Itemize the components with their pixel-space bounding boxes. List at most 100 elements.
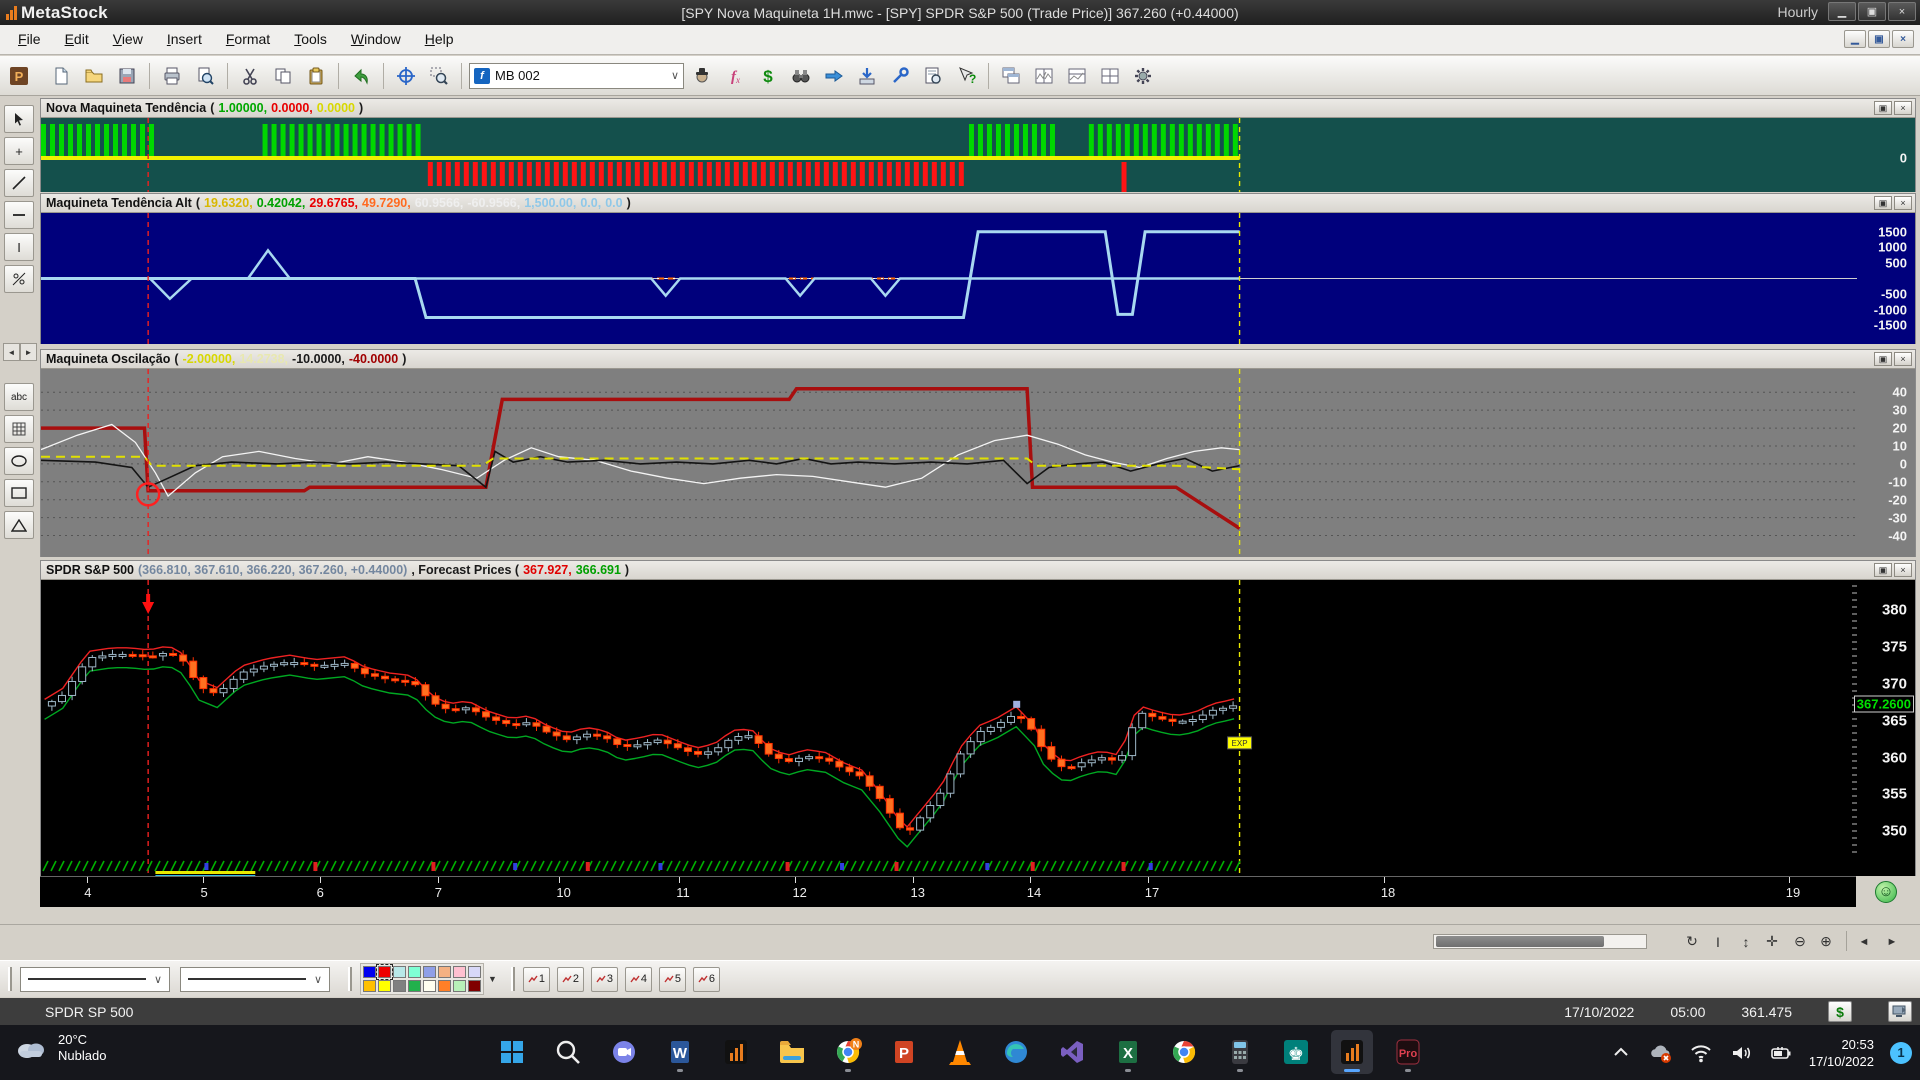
system-tester-button[interactable]: $ [753, 61, 783, 91]
color-swatch[interactable] [363, 980, 376, 992]
panel-plot-maquineta-oscilacao[interactable]: 403020100-10-20-30-40 [41, 369, 1915, 557]
color-swatch[interactable] [438, 966, 451, 978]
panel-restore-button[interactable]: ▣ [1874, 196, 1892, 210]
trendline-tool[interactable] [4, 169, 34, 197]
taskbar-search[interactable] [547, 1030, 589, 1074]
report-button[interactable] [918, 61, 948, 91]
panel-close-button[interactable]: × [1894, 352, 1912, 366]
copy-button[interactable] [268, 61, 298, 91]
menu-tools[interactable]: Tools [282, 27, 339, 51]
panel-plot-maquineta-tendencia-alt[interactable]: 15001000500-500-1000-1500 [41, 213, 1915, 344]
chart-template-button-2[interactable]: 2 [557, 967, 584, 992]
tray-battery-icon[interactable] [1769, 1041, 1793, 1065]
refresh-button[interactable]: ↻ [1680, 930, 1704, 953]
panel-close-button[interactable]: × [1894, 196, 1912, 210]
chevron-down-icon[interactable]: ∨ [671, 69, 679, 82]
new-chart-button[interactable] [46, 61, 76, 91]
dollar-button[interactable]: $ [1828, 1001, 1852, 1022]
taskbar-start[interactable] [491, 1030, 533, 1074]
color-swatch[interactable] [393, 966, 406, 978]
color-swatch[interactable] [453, 980, 466, 992]
color-swatch[interactable] [378, 980, 391, 992]
ellipse-tool[interactable] [4, 447, 34, 475]
rectangle-tool[interactable] [4, 479, 34, 507]
menu-view[interactable]: View [101, 27, 155, 51]
tile-two-button[interactable] [1029, 61, 1059, 91]
zoom-in-button[interactable]: ⊕ [1814, 930, 1838, 953]
minimize-button[interactable]: ▁ [1828, 2, 1856, 21]
chart-template-button-1[interactable]: 1 [523, 967, 550, 992]
zoom-select-button[interactable] [424, 61, 454, 91]
panel-restore-button[interactable]: ▣ [1874, 563, 1892, 577]
x-axis[interactable]: 45671011121314171819 [40, 876, 1856, 907]
chart-template-button-4[interactable]: 4 [625, 967, 652, 992]
taskbar-chrome-n[interactable]: N [827, 1030, 869, 1074]
chart-template-button-5[interactable]: 5 [659, 967, 686, 992]
panel-close-button[interactable]: × [1894, 563, 1912, 577]
taskbar-vlc[interactable] [939, 1030, 981, 1074]
taskbar-word[interactable]: W [659, 1030, 701, 1074]
color-swatch[interactable] [363, 966, 376, 978]
menu-file[interactable]: File [6, 27, 53, 51]
page-left-button[interactable]: ◄ [1852, 930, 1876, 953]
taskbar-clock[interactable]: 20:53 17/10/2022 [1809, 1036, 1874, 1070]
color-swatch[interactable] [408, 980, 421, 992]
panel-close-button[interactable]: × [1894, 101, 1912, 115]
zoom-out-button[interactable]: ⊖ [1788, 930, 1812, 953]
chevron-down-icon[interactable]: ∨ [154, 973, 162, 986]
paste-button[interactable] [301, 61, 331, 91]
color-swatch[interactable] [438, 980, 451, 992]
plus-tool[interactable]: + [4, 137, 34, 165]
indicator-builder-button[interactable]: fx [720, 61, 750, 91]
tray-wifi-icon[interactable] [1689, 1041, 1713, 1065]
color-swatch[interactable] [468, 966, 481, 978]
vertical-line-tool[interactable]: I [4, 233, 34, 261]
taskbar-chat[interactable] [603, 1030, 645, 1074]
pointer-tool[interactable] [4, 105, 34, 133]
page-right-button[interactable]: ► [1880, 930, 1904, 953]
forecaster-button[interactable] [819, 61, 849, 91]
explorer-button[interactable] [786, 61, 816, 91]
menu-window[interactable]: Window [339, 27, 413, 51]
notification-badge[interactable]: 1 [1890, 1042, 1912, 1064]
open-button[interactable] [79, 61, 109, 91]
horizontal-scrollbar[interactable] [1433, 934, 1647, 949]
menu-edit[interactable]: Edit [53, 27, 101, 51]
smiley-expert-icon[interactable]: ☺ [1875, 881, 1897, 903]
print-preview-button[interactable] [190, 61, 220, 91]
color-swatch[interactable] [423, 980, 436, 992]
chart-template-button-3[interactable]: 3 [591, 967, 618, 992]
taskbar-edge[interactable] [995, 1030, 1037, 1074]
chevron-down-icon[interactable]: ∨ [314, 973, 322, 986]
chart-minimize-button[interactable]: ▁ [1844, 30, 1866, 48]
tray-onedrive-error-icon[interactable] [1649, 1041, 1673, 1065]
weather-widget[interactable]: 20°C Nublado [14, 1032, 106, 1064]
horizontal-line-tool[interactable] [4, 201, 34, 229]
tray-chevron-up-icon[interactable] [1609, 1041, 1633, 1065]
taskbar-visual-studio[interactable] [1051, 1030, 1093, 1074]
chart-restore-button[interactable]: ▣ [1868, 30, 1890, 48]
taskbar-metastock-active[interactable] [1331, 1030, 1373, 1074]
power-console-button[interactable]: P [4, 61, 34, 91]
monitor-button[interactable] [1888, 1001, 1912, 1022]
save-button[interactable] [112, 61, 142, 91]
restore-button[interactable]: ▣ [1858, 2, 1886, 21]
line-style-combobox[interactable]: ∨ [20, 967, 170, 992]
taskbar-metastock[interactable] [715, 1030, 757, 1074]
context-help-button[interactable]: ? [951, 61, 981, 91]
tile-chart-button[interactable] [1062, 61, 1092, 91]
panel-restore-button[interactable]: ▣ [1874, 352, 1892, 366]
tile-grid-button[interactable] [1095, 61, 1125, 91]
line-weight-combobox[interactable]: ∨ [180, 967, 330, 992]
taskbar-explorer-folder[interactable] [771, 1030, 813, 1074]
menu-insert[interactable]: Insert [155, 27, 214, 51]
target-crosshair-button[interactable] [391, 61, 421, 91]
bar-interval-button[interactable]: I [1706, 930, 1730, 953]
menu-help[interactable]: Help [413, 27, 466, 51]
panel-plot-nova-maquineta-tendencia[interactable]: 0 [41, 118, 1915, 192]
palette-dropdown-icon[interactable]: ▼ [488, 974, 497, 984]
close-button[interactable]: × [1888, 2, 1916, 21]
scroll-left-button[interactable]: ◄ [3, 343, 20, 361]
panel-restore-button[interactable]: ▣ [1874, 101, 1892, 115]
options-tool-button[interactable] [885, 61, 915, 91]
